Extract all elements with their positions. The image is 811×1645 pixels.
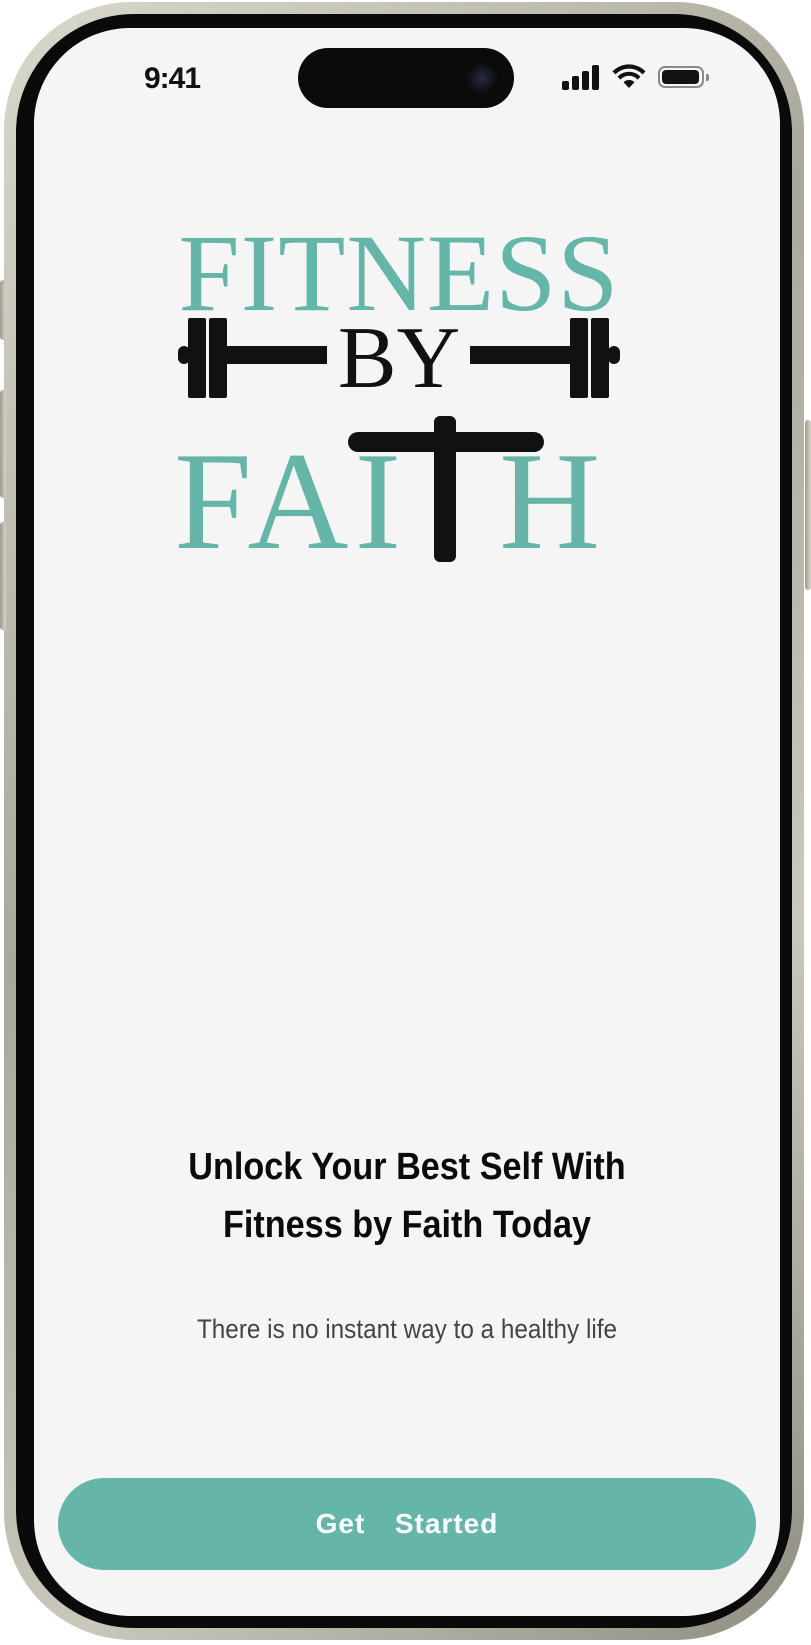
get-started-label: Get Started <box>315 1508 499 1539</box>
app-logo: FITNESS BY FAI H <box>174 218 624 572</box>
cross-icon <box>348 416 544 562</box>
onboarding-headline: Unlock Your Best Self With Fitness by Fa… <box>188 1146 626 1246</box>
status-time: 9:41 <box>144 62 201 95</box>
wifi-icon <box>612 64 646 88</box>
volume-down-button <box>0 522 6 630</box>
get-started-button[interactable]: Get Started <box>58 1478 756 1570</box>
app-screen: 9:41 FITNESS BY FAI H Unlock Your Best S… <box>34 28 780 1616</box>
dynamic-island <box>298 48 514 108</box>
dumbbell-icon <box>178 318 327 398</box>
volume-up-button <box>0 390 6 498</box>
logo-word-by: BY <box>337 310 461 407</box>
onboarding-subtitle: There is no instant way to a healthy lif… <box>196 1314 618 1344</box>
cellular-signal-icon <box>562 64 600 90</box>
power-button <box>805 420 811 590</box>
action-button <box>0 280 6 340</box>
status-icons <box>562 64 712 90</box>
battery-icon <box>658 66 709 88</box>
dumbbell-icon <box>470 318 620 398</box>
front-camera-icon <box>466 62 498 94</box>
